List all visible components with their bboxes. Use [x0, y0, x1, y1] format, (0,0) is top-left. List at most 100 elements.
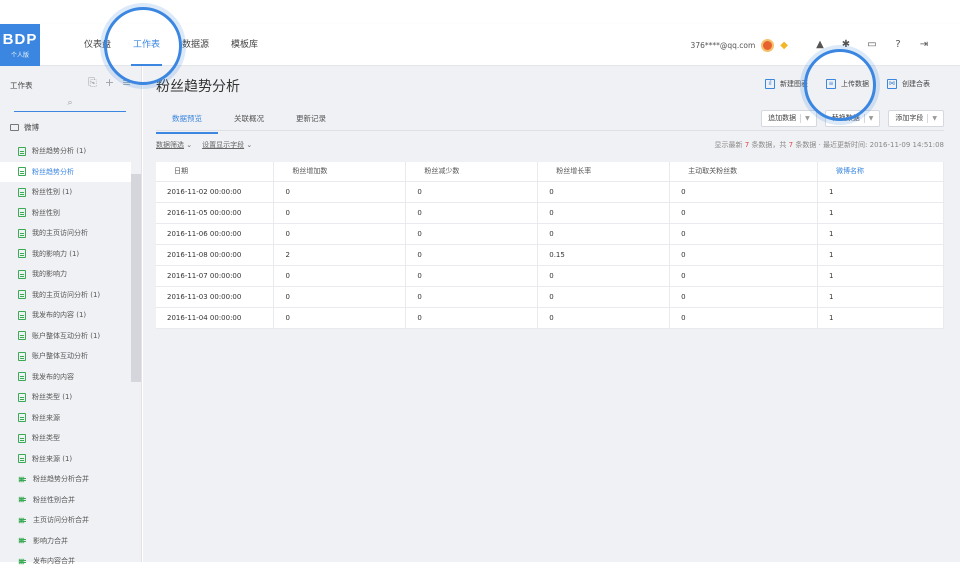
main-content: 粉丝趋势分析 ıl 新建图表 ≡ 上传数据 ⋈ 创建合表 数据预览 关联概况 更新记录 追…	[143, 66, 960, 562]
sidebar-item[interactable]: ⊞ 粉丝趋势分析合并	[0, 469, 131, 490]
table-cell: 0	[405, 286, 539, 308]
sidebar-item[interactable]: 我的影响力 (1)	[0, 244, 131, 265]
page-actions: ıl 新建图表 ≡ 上传数据 ⋈ 创建合表	[765, 79, 930, 89]
create-merge-button[interactable]: ⋈ 创建合表	[887, 79, 930, 89]
tab-divider	[156, 130, 944, 131]
sidebar-item-label: 粉丝趋势分析合并	[33, 475, 89, 484]
sidebar-item[interactable]: 粉丝趋势分析	[0, 161, 131, 182]
user-area: 376****@qq.com ◆ ▲ ✱ ▭ ? ⇥	[691, 24, 930, 66]
table-cell: 2016-11-02 00:00:00	[156, 181, 275, 203]
sidebar-item-label: 主页访问分析合并	[33, 516, 89, 525]
table-cell: 0	[405, 202, 539, 224]
sidebar-item[interactable]: ⊞ 影响力合并	[0, 531, 131, 552]
top-blank	[0, 0, 960, 24]
sidebar-item[interactable]: ⊞ 主页访问分析合并	[0, 510, 131, 531]
sidebar-item[interactable]: 我的主页访问分析	[0, 223, 131, 244]
sidebar-item[interactable]: 我的影响力	[0, 264, 131, 285]
data-filter-label: 数据筛选	[156, 141, 184, 149]
upload-data-button[interactable]: ≡ 上传数据	[826, 79, 869, 89]
sidebar-item[interactable]: 粉丝类型 (1)	[0, 387, 131, 408]
table-cell: 0	[273, 286, 407, 308]
avatar[interactable]	[761, 38, 775, 52]
sidebar-search[interactable]: ⌕	[14, 98, 126, 112]
help-icon[interactable]: ?	[892, 39, 904, 51]
sidebar-item[interactable]: 我发布的内容 (1)	[0, 305, 131, 326]
sidebar-item[interactable]: 账户整体互动分析	[0, 346, 131, 367]
sidebar-title: 工作表	[10, 81, 33, 90]
sidebar-item-label: 我发布的内容 (1)	[32, 311, 87, 320]
new-file-icon[interactable]: ⎘	[88, 76, 97, 90]
column-header[interactable]: 日期	[156, 162, 275, 182]
nav-tab-3[interactable]: 模板库	[231, 24, 258, 66]
column-header[interactable]: 主动取关粉丝数	[669, 162, 819, 182]
sidebar-item[interactable]: ⊞ 发布内容合并	[0, 551, 131, 572]
sidebar-item[interactable]: 粉丝来源	[0, 408, 131, 429]
sidebar-item[interactable]: 我发布的内容	[0, 367, 131, 388]
user-email[interactable]: 376****@qq.com	[691, 41, 756, 50]
sidebar-item[interactable]: 粉丝来源 (1)	[0, 449, 131, 470]
sheet-icon	[18, 413, 26, 423]
column-header[interactable]: 粉丝增加数	[273, 162, 407, 182]
diamond-icon[interactable]: ◆	[780, 40, 788, 51]
append-data-dropdown[interactable]: 追加数据 ▼	[761, 110, 817, 127]
add-field-dropdown[interactable]: 添加字段 ▼	[888, 110, 944, 127]
filter-bar: 数据筛选 ⌄ 设置显示字段 ⌄	[156, 140, 252, 150]
merge-sheet-icon: ⊞	[18, 557, 27, 566]
sidebar-item[interactable]: 粉丝性别 (1)	[0, 182, 131, 203]
table-cell: 2	[273, 244, 407, 266]
table-cell: 2016-11-05 00:00:00	[156, 202, 275, 224]
chevron-down-icon: ▼	[868, 115, 874, 122]
stat-suffix: 条数据	[795, 141, 817, 149]
new-chart-button[interactable]: ıl 新建图表	[765, 79, 808, 89]
table-cell: 0	[669, 223, 819, 245]
replace-data-dropdown[interactable]: 替换数据 ▼	[824, 110, 881, 127]
sidebar-item[interactable]: 我的主页访问分析 (1)	[0, 285, 131, 306]
logo[interactable]: BDP 个人版	[0, 24, 40, 66]
table-cell: 0	[273, 223, 407, 245]
sidebar-item[interactable]: 账户整体互动分析 (1)	[0, 326, 131, 347]
sidebar-item[interactable]: 粉丝性别	[0, 203, 131, 224]
logout-icon[interactable]: ⇥	[918, 39, 930, 51]
sidebar-item[interactable]: ⊞ 粉丝性别合并	[0, 490, 131, 511]
table-cell: 0	[537, 181, 671, 203]
nav-tab-0[interactable]: 仪表盘	[84, 24, 111, 66]
gear-icon[interactable]: ✱	[840, 39, 852, 51]
data-filter-link[interactable]: 数据筛选 ⌄	[156, 140, 192, 150]
sidebar-item[interactable]: 粉丝趋势分析 (1)	[0, 141, 131, 162]
column-header[interactable]: 粉丝减少数	[405, 162, 539, 182]
bell-icon[interactable]: ▲	[814, 39, 826, 51]
table-cell: 0	[537, 223, 671, 245]
list-icon[interactable]: ≡	[122, 76, 131, 90]
nav-tab-1[interactable]: 工作表	[131, 24, 163, 66]
column-header[interactable]: 粉丝增长率	[537, 162, 671, 182]
last-updated: 最近更新时间: 2016-11-09 14:51:08	[823, 141, 944, 149]
table-cell: 0	[405, 181, 539, 203]
create-merge-label: 创建合表	[902, 80, 930, 88]
folder-weibo[interactable]: 微博	[10, 122, 39, 133]
sidebar-item[interactable]: 粉丝类型	[0, 428, 131, 449]
sidebar-item-label: 我发布的内容	[32, 372, 74, 381]
sheet-icon	[18, 249, 26, 259]
sidebar-scrollbar[interactable]	[131, 174, 141, 382]
nav-tab-2[interactable]: 数据源	[182, 24, 209, 66]
sidebar-item-label: 发布内容合并	[33, 557, 75, 566]
screen-icon[interactable]: ▭	[866, 39, 878, 51]
display-fields-link[interactable]: 设置显示字段 ⌄	[202, 140, 252, 150]
table-cell: 0	[273, 202, 407, 224]
sheet-icon	[18, 187, 26, 197]
sidebar-item-label: 粉丝性别合并	[33, 495, 75, 504]
data-dropdowns: 追加数据 ▼ 替换数据 ▼ 添加字段 ▼	[761, 110, 944, 127]
stat-prefix: 显示最新	[714, 141, 743, 149]
add-icon[interactable]: +	[105, 76, 114, 90]
table-cell: 2016-11-06 00:00:00	[156, 223, 275, 245]
table-body: 2016-11-02 00:00:00 0 0 0 0 1 2016-11-05 00:00…	[156, 181, 944, 329]
table-row: 2016-11-08 00:00:00 2 0 0.15 0 1	[156, 244, 944, 266]
merge-sheet-icon: ⊞	[18, 536, 27, 545]
sidebar-item-label: 我的影响力 (1)	[32, 249, 80, 258]
sheet-icon	[18, 269, 26, 279]
merge-sheet-icon: ⊞	[18, 475, 27, 484]
table-row: 2016-11-07 00:00:00 0 0 0 0 1	[156, 265, 944, 287]
data-table: 日期 粉丝增加数 粉丝减少数 粉丝增长率 主动取关粉丝数 微博名称 2016-11-02 …	[156, 162, 944, 329]
column-header[interactable]: 微博名称	[817, 162, 944, 182]
logo-subtext: 个人版	[10, 52, 29, 59]
